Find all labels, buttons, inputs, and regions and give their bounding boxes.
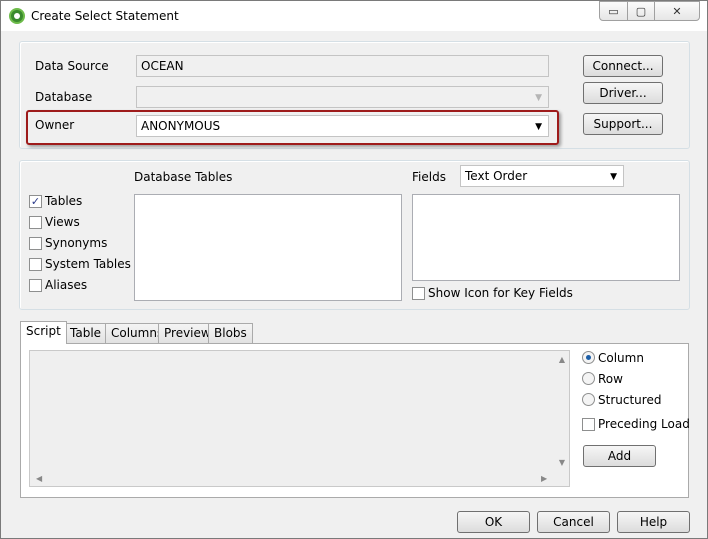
checkbox-icon <box>582 418 595 431</box>
radio-column[interactable] <box>582 351 595 364</box>
checkbox-icon <box>29 237 42 250</box>
chevron-down-icon: ▼ <box>535 122 542 132</box>
owner-label: Owner <box>35 118 75 132</box>
ok-button[interactable]: OK <box>457 511 530 533</box>
qlikview-app-icon <box>9 8 25 24</box>
close-button[interactable]: ✕ <box>654 1 700 21</box>
radio-row-label: Row <box>598 372 623 386</box>
add-button[interactable]: Add <box>583 445 656 467</box>
cancel-button[interactable]: Cancel <box>537 511 610 533</box>
chevron-down-icon: ▼ <box>610 172 617 182</box>
driver-button[interactable]: Driver... <box>583 82 663 104</box>
filter-synonyms-label: Synonyms <box>45 236 108 250</box>
scroll-left-icon[interactable]: ◀ <box>36 474 42 483</box>
radio-column-label: Column <box>598 351 644 365</box>
minimize-button[interactable]: ▭ <box>599 1 628 21</box>
filter-views-label: Views <box>45 215 80 229</box>
maximize-button[interactable]: ▢ <box>627 1 655 21</box>
scroll-down-icon[interactable]: ▼ <box>559 458 565 467</box>
help-button[interactable]: Help <box>617 511 690 533</box>
checkbox-icon <box>412 287 425 300</box>
scroll-right-icon[interactable]: ▶ <box>541 474 547 483</box>
fields-label: Fields <box>412 170 446 184</box>
checkbox-icon <box>29 279 42 292</box>
owner-value: ANONYMOUS <box>141 119 221 133</box>
database-tables-list[interactable] <box>134 194 402 301</box>
window-title: Create Select Statement <box>31 9 179 23</box>
field-order-value: Text Order <box>465 169 528 183</box>
tab-script[interactable]: Script <box>20 321 67 344</box>
chevron-down-icon: ▼ <box>535 93 542 103</box>
checkbox-icon <box>29 216 42 229</box>
tab-table[interactable]: Table <box>64 323 108 343</box>
checkbox-icon <box>29 258 42 271</box>
radio-structured[interactable] <box>582 393 595 406</box>
fields-list[interactable] <box>412 194 680 281</box>
owner-dropdown[interactable]: ANONYMOUS ▼ <box>136 115 549 137</box>
scroll-up-icon[interactable]: ▲ <box>559 355 565 364</box>
filter-aliases-label: Aliases <box>45 278 88 292</box>
filter-system-tables-label: System Tables <box>45 257 131 271</box>
radio-structured-label: Structured <box>598 393 662 407</box>
preceding-load-label: Preceding Load <box>598 417 690 431</box>
radio-row[interactable] <box>582 372 595 385</box>
data-source-label: Data Source <box>35 59 109 73</box>
connect-button[interactable]: Connect... <box>583 55 663 77</box>
show-icon-key-fields-label: Show Icon for Key Fields <box>428 286 573 300</box>
field-order-dropdown[interactable]: Text Order ▼ <box>460 165 624 187</box>
checkbox-checked-icon: ✓ <box>29 195 42 208</box>
tab-blobs[interactable]: Blobs <box>208 323 253 343</box>
database-dropdown[interactable]: ▼ <box>136 86 549 108</box>
database-label: Database <box>35 90 93 104</box>
support-button[interactable]: Support... <box>583 113 663 135</box>
filter-tables-label: Tables <box>45 194 83 208</box>
script-text-area[interactable]: ▲ ▼ ◀ ▶ <box>29 350 570 487</box>
database-tables-heading: Database Tables <box>134 170 233 184</box>
dialog-window: Create Select Statement ▭ ▢ ✕ Data Sourc… <box>0 0 708 539</box>
title-bar: Create Select Statement ▭ ▢ ✕ <box>1 1 707 31</box>
data-source-field: OCEAN <box>136 55 549 77</box>
